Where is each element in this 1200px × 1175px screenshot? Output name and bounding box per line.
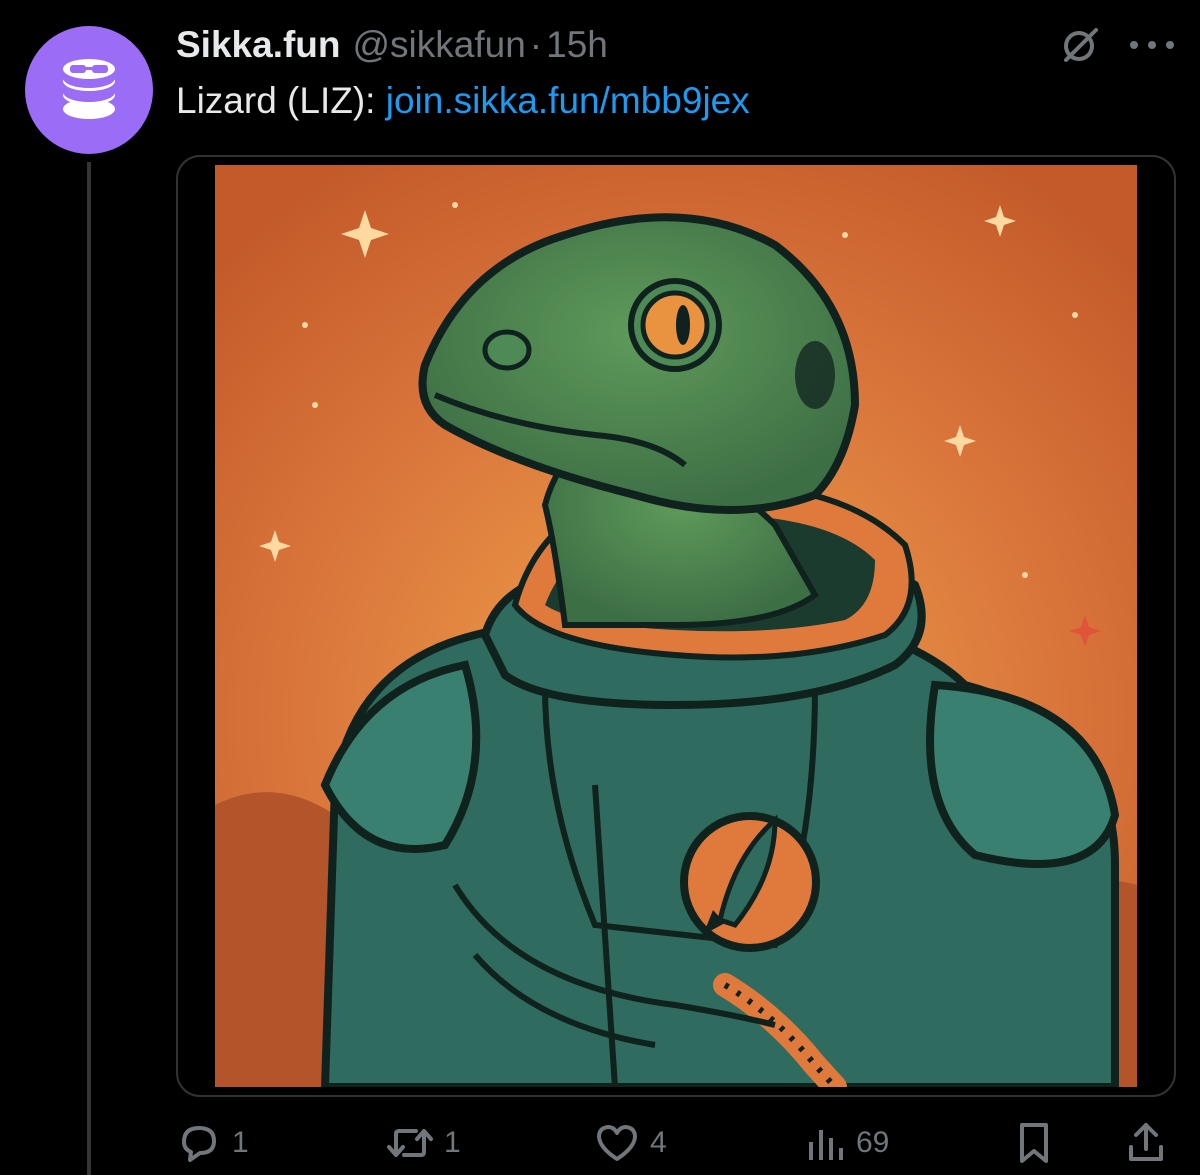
tweet-text: Lizard (LIZ): join.sikka.fun/mbb9jex	[176, 80, 750, 122]
views-count: 69	[856, 1126, 890, 1159]
reply-button[interactable]: 1	[176, 1115, 249, 1171]
tweet-header: Sikka.fun @sikkafun · 15h	[176, 20, 608, 70]
share-icon	[1129, 1123, 1163, 1161]
more-icon[interactable]	[1130, 30, 1174, 60]
reply-count: 1	[232, 1126, 249, 1159]
avatar[interactable]	[25, 26, 153, 154]
tweet-text-prefix: Lizard (LIZ):	[176, 80, 386, 121]
like-icon	[597, 1125, 637, 1161]
grok-icon[interactable]	[1060, 24, 1102, 66]
share-button[interactable]	[1126, 1115, 1166, 1171]
separator-dot: ·	[529, 24, 543, 65]
repost-icon	[387, 1129, 433, 1157]
coin-stack-avatar-icon	[63, 59, 115, 119]
views-icon	[809, 1130, 843, 1160]
like-count: 4	[650, 1126, 667, 1159]
tweet-link[interactable]: join.sikka.fun/mbb9jex	[386, 80, 750, 121]
bookmark-button[interactable]	[1014, 1115, 1054, 1171]
bookmark-icon	[1020, 1123, 1048, 1163]
like-button[interactable]: 4	[594, 1115, 667, 1171]
views-button[interactable]: 69	[806, 1115, 889, 1171]
action-bar: 1 1 4 69	[176, 1115, 1176, 1171]
timestamp[interactable]: 15h	[546, 24, 608, 66]
lizard-astronaut-image[interactable]	[215, 165, 1137, 1087]
repost-count: 1	[444, 1126, 461, 1159]
reply-icon	[182, 1126, 216, 1162]
display-name[interactable]: Sikka.fun	[176, 24, 341, 66]
thread-connector-line	[87, 162, 91, 1175]
repost-button[interactable]: 1	[386, 1115, 461, 1171]
media-card[interactable]	[176, 155, 1176, 1097]
user-handle[interactable]: @sikkafun	[353, 24, 526, 66]
